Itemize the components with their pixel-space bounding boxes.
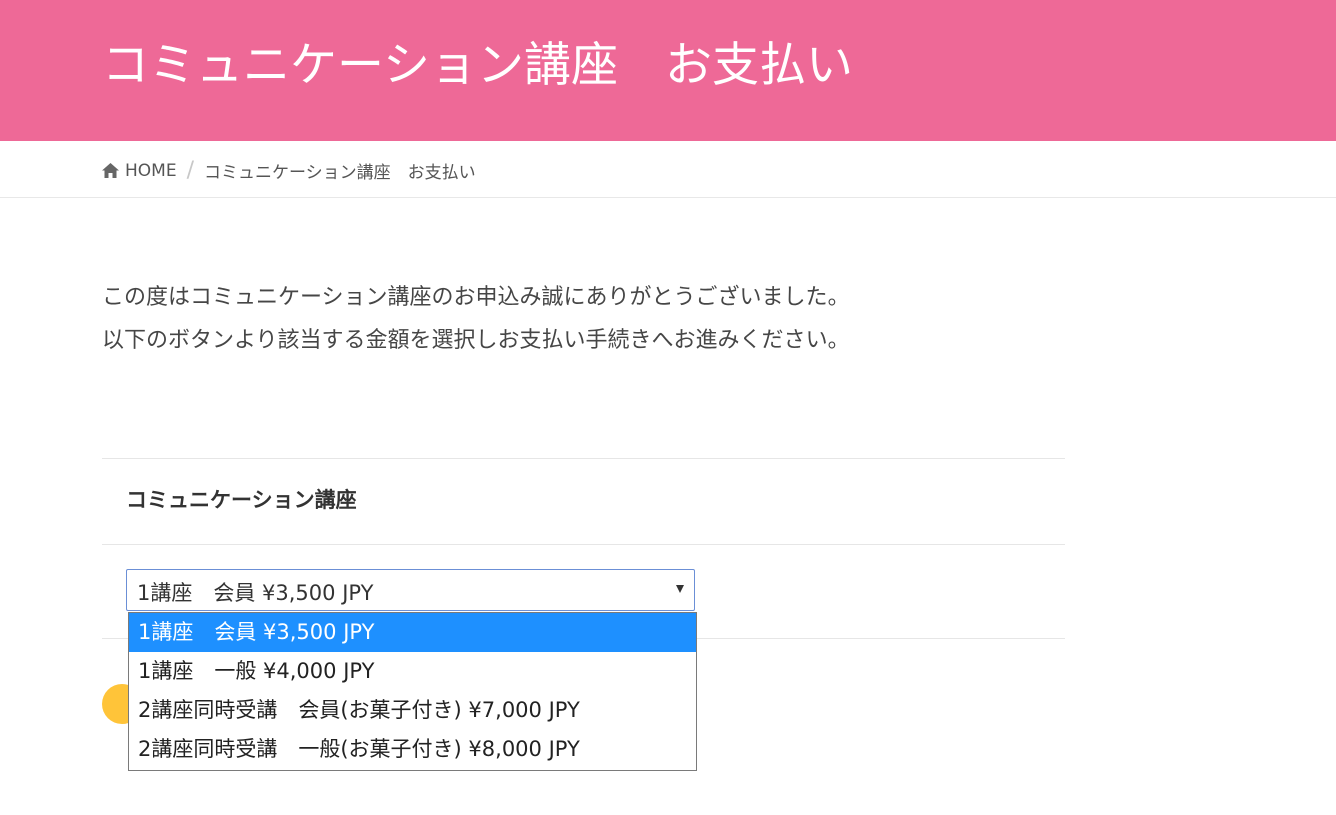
page-title: コミュニケーション講座 お支払い [102, 38, 854, 93]
page-header: コミュニケーション講座 お支払い [0, 0, 1336, 141]
chevron-down-icon [676, 585, 684, 593]
breadcrumb-home-link[interactable]: HOME [125, 161, 177, 181]
intro-text: この度はコミュニケーション講座のお申込み誠にありがとうございました。 以下のボタ… [102, 276, 850, 362]
divider [102, 458, 1065, 459]
home-icon [102, 163, 119, 178]
breadcrumb-separator: / [186, 157, 194, 183]
price-select-value: 1講座 会員 ¥3,500 JPY [137, 581, 374, 605]
section-title: コミュニケーション講座 [126, 488, 357, 512]
price-select[interactable]: 1講座 会員 ¥3,500 JPY [126, 569, 695, 611]
price-option[interactable]: 1講座 会員 ¥3,500 JPY [129, 613, 696, 652]
intro-line-1: この度はコミュニケーション講座のお申込み誠にありがとうございました。 [102, 285, 850, 310]
price-option[interactable]: 2講座同時受講 一般(お菓子付き) ¥8,000 JPY [129, 730, 696, 769]
price-option[interactable]: 2講座同時受講 会員(お菓子付き) ¥7,000 JPY [129, 691, 696, 730]
breadcrumb: HOME / コミュニケーション講座 お支払い [0, 141, 1336, 198]
intro-line-2: 以下のボタンより該当する金額を選択しお支払い手続きへお進みください。 [102, 328, 850, 353]
price-select-dropdown[interactable]: 1講座 会員 ¥3,500 JPY 1講座 一般 ¥4,000 JPY 2講座同… [128, 612, 697, 771]
breadcrumb-current: コミュニケーション講座 お支払い [204, 163, 476, 183]
divider [102, 544, 1065, 545]
price-option[interactable]: 1講座 一般 ¥4,000 JPY [129, 652, 696, 691]
